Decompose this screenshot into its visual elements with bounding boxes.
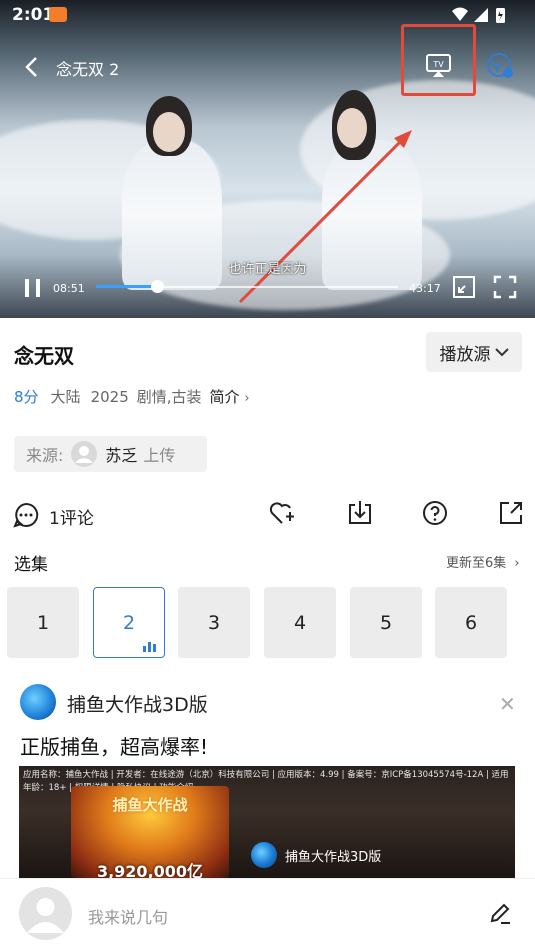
help-icon[interactable] — [421, 499, 449, 527]
score: 8分 — [14, 388, 39, 406]
user-icon — [27, 898, 64, 933]
vip-badge-icon[interactable] — [486, 52, 514, 80]
drama-meta: 8分 大陆 2025 剧情,古装 简介 › — [14, 386, 250, 407]
edit-pen-icon[interactable] — [488, 901, 512, 925]
player-controls: 08:51 43:17 — [0, 270, 535, 306]
chevron-right-icon: › — [244, 391, 250, 406]
region: 大陆 — [50, 388, 81, 406]
close-icon[interactable]: ✕ — [499, 692, 516, 716]
drama-title: 念无双 — [14, 344, 74, 368]
comment-count[interactable]: 1评论 — [49, 504, 94, 529]
episode-button[interactable]: 3 — [178, 587, 250, 658]
uploader-name: 苏乏 — [105, 446, 138, 465]
playing-bars-icon — [143, 642, 157, 652]
intro-link[interactable]: 简介 › — [210, 386, 250, 407]
episode-label: 6 — [464, 611, 478, 634]
episode-button[interactable]: 4 — [264, 587, 336, 658]
picture-in-picture-icon[interactable] — [452, 275, 476, 299]
episode-label: 4 — [293, 611, 307, 634]
total-time: 43:17 — [409, 282, 441, 295]
intro-label: 简介 — [209, 388, 240, 406]
episodes-update-link[interactable]: 更新至6集 › — [446, 552, 520, 571]
episode-label: 1 — [36, 611, 50, 634]
status-icons — [452, 7, 505, 23]
comment-bar — [0, 878, 535, 952]
chevron-right-icon: › — [514, 556, 520, 571]
uploader-suffix: 上传 — [143, 446, 176, 465]
episodes-title: 选集 — [14, 555, 48, 575]
episode-button[interactable]: 6 — [435, 587, 507, 658]
episode-button[interactable]: 1 — [7, 587, 79, 658]
status-time: 2:01 — [12, 5, 55, 25]
pause-icon[interactable] — [24, 278, 42, 298]
episode-label: 5 — [379, 611, 393, 634]
signal-icon — [474, 8, 488, 22]
share-icon[interactable] — [497, 499, 525, 527]
episode-label: 2 — [122, 611, 136, 634]
download-icon[interactable] — [346, 499, 374, 527]
episode-button[interactable]: 5 — [350, 587, 422, 658]
ad-slogan[interactable]: 正版捕鱼，超高爆率! — [20, 731, 208, 760]
ad-brand-name: 捕鱼大作战3D版 — [285, 849, 382, 865]
chevron-down-icon — [494, 348, 509, 357]
comment-icon[interactable] — [12, 501, 40, 529]
ad-brand-logo — [251, 842, 277, 868]
current-time: 08:51 — [53, 282, 85, 295]
heart-add-icon[interactable] — [268, 499, 296, 527]
genres: 剧情,古装 — [136, 388, 202, 406]
ad-app-logo[interactable] — [20, 684, 56, 720]
back-arrow-icon[interactable] — [24, 56, 38, 78]
app-notification-icon — [49, 7, 67, 22]
cast-highlight-box — [401, 24, 476, 96]
fullscreen-icon[interactable] — [493, 275, 517, 299]
wifi-icon — [452, 7, 468, 21]
progress-fill — [96, 285, 157, 288]
episode-button-selected[interactable]: 2 — [93, 587, 165, 658]
ad-brand: 捕鱼大作战3D版 — [251, 842, 381, 868]
ad-banner[interactable]: 应用名称：捕鱼大作战 | 开发者：在线途游（北京）科技有限公司 | 应用版本：4… — [19, 766, 515, 878]
action-row: 1评论 — [0, 496, 535, 532]
user-avatar[interactable] — [19, 887, 72, 940]
episode-label: 3 — [207, 611, 221, 634]
source-button-label: 播放源 — [439, 344, 491, 365]
episodes-update-label: 更新至6集 — [446, 556, 507, 571]
actor-face-left — [153, 112, 185, 152]
progress-knob[interactable] — [151, 280, 164, 293]
video-title: 念无双 2 — [56, 60, 120, 79]
user-icon — [75, 446, 94, 463]
comment-input[interactable]: 我来说几句 — [88, 904, 168, 928]
uploader-label: 来源: — [26, 446, 64, 465]
uploader-chip[interactable]: 来源: 苏乏 上传 — [14, 436, 207, 472]
ad-app-name[interactable]: 捕鱼大作战3D版 — [67, 690, 208, 717]
uploader-avatar — [71, 441, 98, 467]
ad-game-title: 捕鱼大作战 — [112, 796, 188, 814]
source-button[interactable]: 播放源 — [426, 332, 522, 372]
year: 2025 — [90, 387, 129, 406]
ad-game-art: 捕鱼大作战 3,920,000亿 — [71, 786, 229, 878]
ad-game-number: 3,920,000亿 — [96, 862, 204, 878]
